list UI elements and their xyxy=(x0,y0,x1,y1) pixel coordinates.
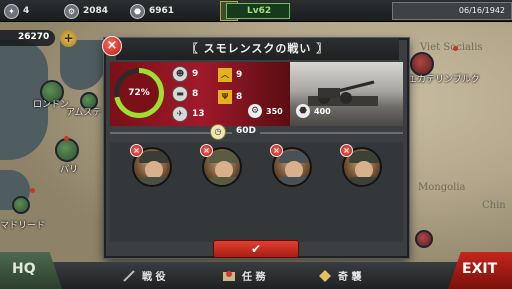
map-pin-icon xyxy=(223,270,235,281)
game-date: 06/16/1942 xyxy=(392,2,512,20)
city-marker-madrid[interactable] xyxy=(12,196,30,214)
battle-dialog: 〖 スモレンスクの戦い 〗 × 72% ☻ 9 ▬ 8 ✈ 13 ︿ 9 Ψ 8… xyxy=(102,36,409,258)
map-label-london: ロンドン xyxy=(33,100,70,110)
oil-count: 6961 xyxy=(149,6,175,16)
reward-iron: ⚙ 350 xyxy=(248,104,283,118)
battle-info-panel: 72% ☻ 9 ▬ 8 ✈ 13 ︿ 9 Ψ 8 ⚙ 350 ⬣ 400 xyxy=(110,62,403,126)
rank-chevron: ︿ 9 xyxy=(218,68,242,82)
unit-count: 9 xyxy=(192,69,199,79)
rank-count: 8 xyxy=(236,92,243,102)
victory-progress-label: 72% xyxy=(119,73,159,113)
iron: ⚙ 2084 xyxy=(64,3,108,19)
rank-count: 9 xyxy=(236,70,243,80)
map-label-paris: パリ xyxy=(60,165,79,175)
reward-value: 400 xyxy=(314,106,331,116)
artillery-icon: ✈ xyxy=(172,106,188,122)
level-label: Lv62 xyxy=(247,6,272,16)
iron-count: 2084 xyxy=(83,6,109,16)
coins-counter: 26270 xyxy=(0,30,56,46)
map-label-amsterdam: アムステ xyxy=(66,108,102,118)
generals-panel: × × × × xyxy=(110,142,403,242)
reward-oil: ⬣ 400 xyxy=(296,104,331,118)
map-label-ekaterinburg: エカテリンブルク xyxy=(408,75,480,85)
reward-value: 350 xyxy=(266,106,283,116)
unit-count: 8 xyxy=(192,89,199,99)
close-button[interactable]: × xyxy=(102,36,122,56)
city-marker-paris[interactable] xyxy=(55,138,79,162)
alert-dot xyxy=(30,188,35,193)
remove-general-button[interactable]: × xyxy=(270,144,283,157)
medals-count: 4 xyxy=(23,6,30,16)
diamond-icon xyxy=(319,269,331,282)
clock-icon: ◷ xyxy=(210,124,226,140)
map-label-madrid: マドリード xyxy=(0,221,46,231)
remove-general-button[interactable]: × xyxy=(130,144,143,157)
timer-row: ◷ 60D xyxy=(110,124,403,140)
alert-dot xyxy=(453,46,458,51)
tank-icon: ▬ xyxy=(172,86,188,102)
oil-icon: ⬣ xyxy=(130,3,145,19)
nav-label: 任 務 xyxy=(242,272,266,283)
remove-general-button[interactable]: × xyxy=(340,144,353,157)
map-region-label: Viet Socialis xyxy=(420,42,483,53)
infantry-icon: ☻ xyxy=(172,66,188,82)
confirm-button[interactable]: ✔ xyxy=(213,240,299,258)
nav-campaign[interactable]: 戦 役 xyxy=(122,264,165,287)
alert-dot xyxy=(64,136,69,141)
gear-icon: ⚙ xyxy=(248,104,262,118)
remove-general-button[interactable]: × xyxy=(200,144,213,157)
battle-duration: 60D xyxy=(232,126,260,136)
rank-chevron-icon: ︿ xyxy=(218,68,232,82)
medal-icon: ✦ xyxy=(4,3,19,19)
nav-label: 戦 役 xyxy=(142,272,166,283)
sword-icon xyxy=(123,269,135,282)
artillery-photo-icon xyxy=(308,80,378,106)
nav-conquest[interactable]: 奇 襲 xyxy=(318,264,361,287)
rank-wings: Ψ 8 xyxy=(218,90,242,104)
city-marker-east[interactable] xyxy=(415,230,433,248)
medals: ✦ 4 xyxy=(4,3,29,19)
dialog-title: 〖 スモレンスクの戦い 〗 xyxy=(116,38,399,60)
oil: ⬣ 6961 xyxy=(130,3,174,19)
gear-icon: ⚙ xyxy=(64,3,79,19)
add-coins-button[interactable]: + xyxy=(60,30,77,47)
unit-count: 13 xyxy=(192,109,205,119)
resource-bar: ✦ 4 ⚙ 2084 ⬣ 6961 ★ Lv62 06/16/1942 xyxy=(0,0,512,22)
oil-icon: ⬣ xyxy=(296,104,310,118)
map-region-label: Chin xyxy=(482,200,506,211)
rank-wings-icon: Ψ xyxy=(218,90,232,104)
nav-mission[interactable]: 任 務 xyxy=(222,264,265,287)
unit-infantry: ☻ 9 xyxy=(172,66,198,82)
sea xyxy=(60,40,105,90)
unit-artillery: ✈ 13 xyxy=(172,106,205,122)
unit-tank: ▬ 8 xyxy=(172,86,198,102)
victory-progress-ring: 72% xyxy=(114,68,164,118)
nav-label: 奇 襲 xyxy=(338,272,362,283)
level-bar: Lv62 xyxy=(226,3,290,19)
map-region-label: Mongolia xyxy=(418,182,466,193)
